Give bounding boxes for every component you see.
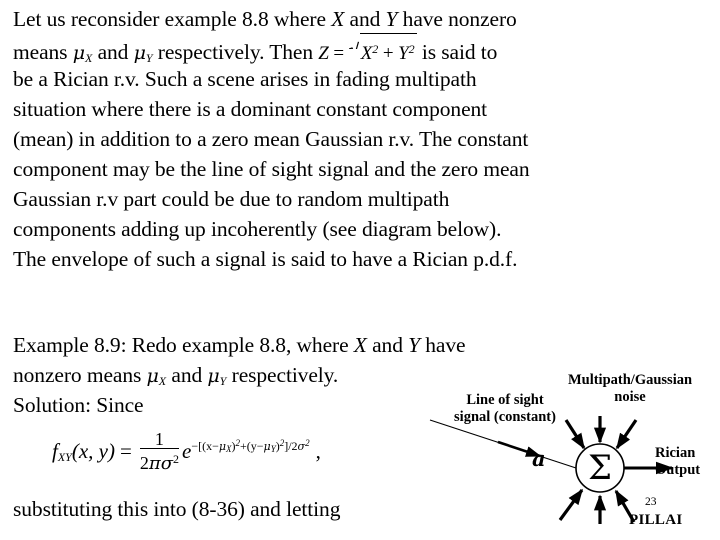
formula-f-subscript: XY bbox=[57, 449, 72, 464]
radicand-y-exponent: 2 bbox=[408, 42, 415, 56]
prose-line-2-d: is said to bbox=[416, 40, 498, 64]
example-line-1-b: and bbox=[366, 333, 409, 357]
square-root-icon: X2 + Y2 bbox=[348, 33, 417, 69]
z-variable: Z bbox=[318, 43, 329, 64]
radical-tick bbox=[348, 35, 359, 49]
denominator-pi: π bbox=[148, 453, 161, 474]
formula-fraction: 1 2πσ2 bbox=[139, 430, 179, 473]
los-label-line2: signal (constant) bbox=[454, 409, 556, 425]
mu-x-symbol: μ bbox=[72, 42, 85, 64]
mu-y-subscript: Y bbox=[145, 51, 153, 65]
formula-trailing-comma: , bbox=[315, 438, 321, 463]
noise-arrow-bottom-left bbox=[558, 488, 584, 521]
rician-output-label: Rician Output bbox=[655, 445, 720, 479]
exponent-plus: +(y− bbox=[240, 438, 264, 453]
prose-line-2: means μX and μY respectively. Then Z = X… bbox=[13, 33, 713, 65]
output-label-line2: Output bbox=[655, 462, 701, 478]
los-label-line1: Line of sight bbox=[466, 392, 544, 408]
prose-line-1-c: have nonzero bbox=[397, 7, 517, 31]
prose-line-1: Let us reconsider example 8.8 where X an… bbox=[13, 4, 713, 34]
example-variable-x: X bbox=[353, 333, 367, 357]
radicand-plus: + bbox=[378, 43, 399, 64]
variable-x: X bbox=[331, 7, 345, 31]
z-equation: Z = X2 + Y2 bbox=[318, 33, 417, 69]
example-line-1: Example 8.9: Redo example 8.8, where X a… bbox=[13, 330, 713, 360]
prose-line-6: component may be the line of sight signa… bbox=[13, 157, 530, 181]
radicand-x: X bbox=[360, 43, 373, 64]
formula-exponent: −[(x−μX)2+(y−μY)2]/2σ2 bbox=[191, 437, 310, 454]
formula-exponential-base: e bbox=[181, 438, 192, 463]
amplitude-label-a: a bbox=[532, 446, 546, 471]
example-line-1-a: Example 8.9: Redo example 8.8, where bbox=[13, 333, 354, 357]
example-line-1-c: have bbox=[420, 333, 466, 357]
noise-arrow-top-right bbox=[615, 419, 638, 450]
radicand-y: Y bbox=[398, 43, 409, 64]
denominator-two: 2 bbox=[139, 453, 149, 473]
exponent-mu-y: μ bbox=[263, 439, 271, 453]
prose-line-2-a: means bbox=[13, 40, 73, 64]
exponent-sigma: σ bbox=[297, 439, 306, 453]
fraction-denominator: 2πσ2 bbox=[140, 449, 179, 473]
prose-line-1-b: and bbox=[344, 7, 386, 31]
slide-canvas: Let us reconsider example 8.8 where X an… bbox=[0, 0, 720, 540]
sigma-symbol: Σ bbox=[588, 448, 612, 488]
mu-y-symbol: μ bbox=[133, 42, 146, 64]
joint-pdf-formula: fXY(x, y) = 1 2πσ2 e−[(x−μX)2+(y−μY)2]/2σ… bbox=[52, 430, 321, 474]
exponent-tail: ]/2 bbox=[284, 438, 298, 453]
exponent-mu-x: μ bbox=[218, 439, 226, 453]
prose-line-5: (mean) in addition to a zero mean Gaussi… bbox=[13, 127, 529, 151]
formula-arguments: (x, y) bbox=[71, 438, 115, 463]
paragraph-intro: Let us reconsider example 8.8 where X an… bbox=[13, 4, 713, 274]
z-equals: = bbox=[328, 43, 349, 64]
denominator-sigma: σ bbox=[160, 453, 173, 474]
line-of-sight-label: Line of sight signal (constant) bbox=[415, 392, 595, 426]
example-mu-x-symbol: μ bbox=[146, 365, 159, 387]
output-label-line1: Rician bbox=[655, 445, 696, 461]
radicand: X2 + Y2 bbox=[359, 33, 417, 69]
prose-line-8: components adding up incoherently (see d… bbox=[13, 217, 502, 241]
exponent-open: −[(x− bbox=[191, 438, 219, 453]
variable-y: Y bbox=[385, 7, 398, 31]
multipath-label-line2: noise bbox=[614, 389, 646, 405]
prose-line-2-c: respectively. Then bbox=[152, 40, 319, 64]
formula-equals: = bbox=[120, 438, 132, 463]
prose-line-4: situation where there is a dominant cons… bbox=[13, 97, 488, 121]
example-variable-y: Y bbox=[408, 333, 420, 357]
multipath-label-line1: Multipath/Gaussian bbox=[567, 372, 693, 388]
prose-line-9: The envelope of such a signal is said to… bbox=[13, 247, 518, 271]
footer-author: PILLAI bbox=[629, 512, 683, 528]
example-line-2-a: nonzero means bbox=[13, 363, 147, 387]
page-number: 23 bbox=[645, 496, 657, 508]
fraction-numerator: 1 bbox=[139, 430, 179, 449]
exponent-sigma-square: 2 bbox=[305, 437, 310, 448]
prose-line-1-a: Let us reconsider example 8.8 where bbox=[13, 7, 332, 31]
example-line-2-c: respectively. bbox=[226, 363, 339, 387]
example-mu-y-symbol: μ bbox=[207, 365, 220, 387]
prose-line-7: Gaussian r.v part could be due to random… bbox=[13, 187, 450, 211]
denominator-sigma-exponent: 2 bbox=[172, 452, 179, 466]
example-line-2-b: and bbox=[166, 363, 208, 387]
prose-line-2-b: and bbox=[92, 40, 134, 64]
